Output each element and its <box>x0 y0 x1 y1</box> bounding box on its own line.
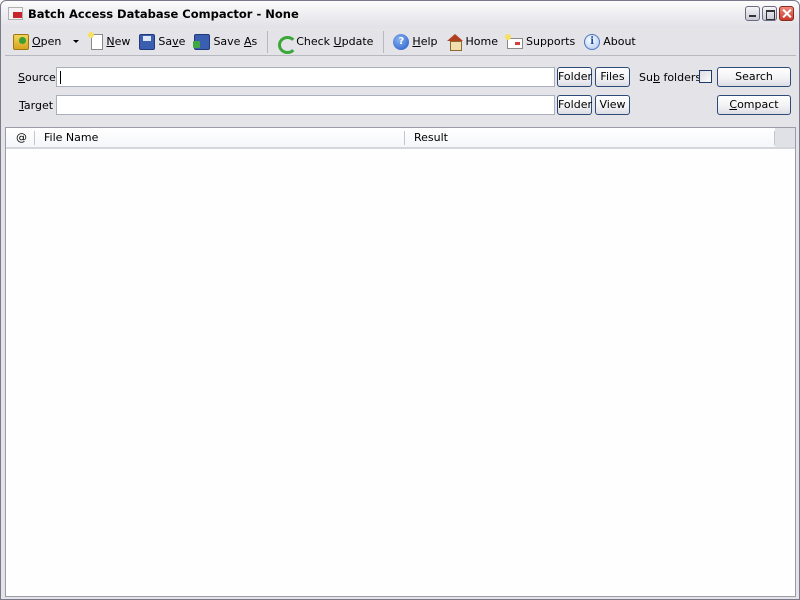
home-label: Home <box>465 35 498 48</box>
toolbar: Open New Save Save As Check Update ? Hel… <box>5 28 796 56</box>
source-label: Source <box>18 71 56 84</box>
app-icon <box>8 7 23 20</box>
open-button[interactable]: Open <box>10 31 64 53</box>
help-label: Help <box>412 35 438 48</box>
save-button[interactable]: Save <box>136 31 188 53</box>
toolbar-separator <box>383 30 385 53</box>
home-button[interactable]: Home <box>444 31 501 53</box>
subfolders-label: Sub folders <box>639 71 702 84</box>
target-label: Target <box>19 99 54 112</box>
check-update-label: Check Update <box>296 35 374 48</box>
new-button[interactable]: New <box>85 31 133 53</box>
list-header: @ File Name Result <box>6 128 795 149</box>
column-file-name[interactable]: File Name <box>44 128 98 147</box>
supports-button[interactable]: Supports <box>504 31 578 53</box>
close-button[interactable] <box>779 6 794 21</box>
save-label: Save <box>158 35 186 48</box>
check-update-button[interactable]: Check Update <box>274 31 376 54</box>
text-caret <box>60 71 61 84</box>
column-divider[interactable] <box>34 131 35 145</box>
source-files-button[interactable]: Files <box>595 67 630 87</box>
source-input[interactable] <box>56 67 555 87</box>
supports-label: Supports <box>525 35 576 48</box>
column-result[interactable]: Result <box>414 128 448 147</box>
help-icon: ? <box>393 33 410 50</box>
home-icon <box>446 33 463 51</box>
open-label: Open <box>32 35 62 48</box>
target-folder-button[interactable]: Folder <box>557 95 592 115</box>
about-button[interactable]: i About <box>581 31 639 53</box>
target-view-button[interactable]: View <box>595 95 630 115</box>
file-list[interactable]: @ File Name Result <box>5 127 796 597</box>
save-disk-icon <box>139 33 156 50</box>
about-label: About <box>603 35 636 48</box>
source-folder-button[interactable]: Folder <box>557 67 592 87</box>
open-dropdown-arrow-icon[interactable] <box>73 40 80 43</box>
search-button[interactable]: Search <box>717 67 791 87</box>
column-status[interactable]: @ <box>16 128 27 147</box>
app-window: Batch Access Database Compactor - None O… <box>0 0 800 600</box>
compact-button[interactable]: Compact <box>717 95 791 115</box>
column-divider[interactable] <box>404 131 405 145</box>
title-bar[interactable]: Batch Access Database Compactor - None <box>1 1 799 27</box>
toolbar-separator <box>267 30 269 53</box>
open-folder-icon <box>13 33 29 50</box>
window-title: Batch Access Database Compactor - None <box>28 7 299 21</box>
refresh-update-icon <box>277 34 298 54</box>
maximize-button[interactable] <box>762 6 777 21</box>
mail-support-icon <box>504 33 523 49</box>
header-filler <box>775 128 795 147</box>
window-controls <box>745 6 794 21</box>
subfolders-checkbox[interactable] <box>699 70 712 83</box>
help-button[interactable]: ? Help <box>390 31 440 53</box>
save-as-icon <box>193 33 211 50</box>
target-input[interactable] <box>56 95 555 115</box>
info-icon: i <box>584 33 601 50</box>
new-label: New <box>106 35 131 48</box>
save-as-label: Save As <box>213 35 258 48</box>
minimize-button[interactable] <box>745 6 760 21</box>
save-as-button[interactable]: Save As <box>191 31 260 53</box>
new-document-icon <box>88 31 104 50</box>
path-form: Source Folder Files Sub folders Search T… <box>5 57 796 125</box>
